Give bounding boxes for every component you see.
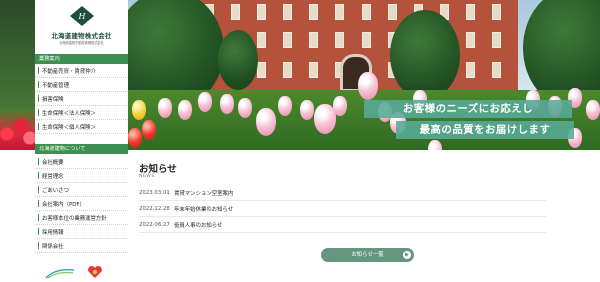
news-section: お知らせ NEWS 2023.03.01 賃貸マンション空室案内 2022.12… [128, 150, 600, 282]
sidebar-section-about-heading: 北海道建物について [35, 144, 128, 154]
sidebar-about-menu: 会社概要 経営理念 ごあいさつ 会社案内（PDF） お客様本位の業務運営方針 採… [35, 155, 128, 253]
news-list-button-label: お知らせ一覧 [351, 252, 384, 258]
news-heading: お知らせ [139, 164, 177, 175]
svg-text:H: H [78, 12, 87, 21]
arrow-right-icon: ▶ [403, 251, 411, 259]
news-title-link[interactable]: 賃貸マンション空室案内 [174, 189, 233, 197]
news-item[interactable]: 2022.06.27 役員人事のお知らせ [139, 217, 546, 233]
news-title-link[interactable]: 年末年始休業のお知らせ [174, 205, 233, 213]
news-list: 2023.03.01 賃貸マンション空室案内 2022.12.28 年末年始休業… [139, 185, 546, 233]
sidebar-item-corporate-life-insurance[interactable]: 生命保険＜法人保険＞ [35, 106, 128, 120]
news-item[interactable]: 2022.12.28 年末年始休業のお知らせ [139, 201, 546, 217]
sidebar-item-greeting[interactable]: ごあいさつ [35, 183, 128, 197]
sidebar-item-customer-policy[interactable]: お客様本位の業務運営方針 [35, 211, 128, 225]
news-subheading: NEWS [139, 174, 155, 179]
sidebar-item-non-life-insurance[interactable]: 損害保険 [35, 92, 128, 106]
wave-logo-icon[interactable] [45, 266, 75, 280]
sidebar-item-recruitment[interactable]: 採用情報 [35, 225, 128, 239]
hero-catchphrase-line2: 最高の品質をお届けします [396, 121, 574, 139]
news-list-button[interactable]: お知らせ一覧 ▶ [321, 248, 414, 262]
news-date: 2022.06.27 [139, 221, 170, 228]
sidebar-item-company-profile[interactable]: 会社概要 [35, 155, 128, 169]
company-logo-icon: H [70, 6, 94, 26]
partner-logos [45, 262, 125, 282]
sidebar-item-philosophy[interactable]: 経営理念 [35, 169, 128, 183]
hero-banner: お客様のニーズにお応えし 最高の品質をお届けします [128, 0, 600, 150]
sidebar-item-affiliates[interactable]: 関係会社 [35, 239, 128, 253]
sidebar-section-business-heading: 業務案内 [35, 54, 128, 64]
hero-catchphrase-line1: お客様のニーズにお応えし [364, 100, 572, 118]
left-hero-strip [0, 0, 35, 150]
news-item[interactable]: 2023.03.01 賃貸マンション空室案内 [139, 185, 546, 201]
company-logo[interactable]: H 北海道建物株式会社 北海道建物不動産管理株式会社 [35, 0, 128, 52]
sidebar-item-property-management[interactable]: 不動産管理 [35, 78, 128, 92]
company-tagline: 北海道建物不動産管理株式会社 [59, 41, 104, 45]
sidebar-item-personal-life-insurance[interactable]: 生命保険＜個人保険＞ [35, 120, 128, 134]
sidebar-item-company-pdf[interactable]: 会社案内（PDF） [35, 197, 128, 211]
heart-logo-icon[interactable] [87, 265, 103, 279]
news-date: 2023.03.01 [139, 189, 170, 196]
news-title-link[interactable]: 役員人事のお知らせ [174, 221, 222, 229]
sidebar-item-real-estate-brokerage[interactable]: 不動産売買・賃貸仲介 [35, 64, 128, 78]
news-date: 2022.12.28 [139, 205, 170, 212]
company-name: 北海道建物株式会社 [51, 32, 112, 40]
sidebar: H 北海道建物株式会社 北海道建物不動産管理株式会社 業務案内 不動産売買・賃貸… [35, 0, 128, 282]
sidebar-business-menu: 不動産売買・賃貸仲介 不動産管理 損害保険 生命保険＜法人保険＞ 生命保険＜個人… [35, 64, 128, 134]
